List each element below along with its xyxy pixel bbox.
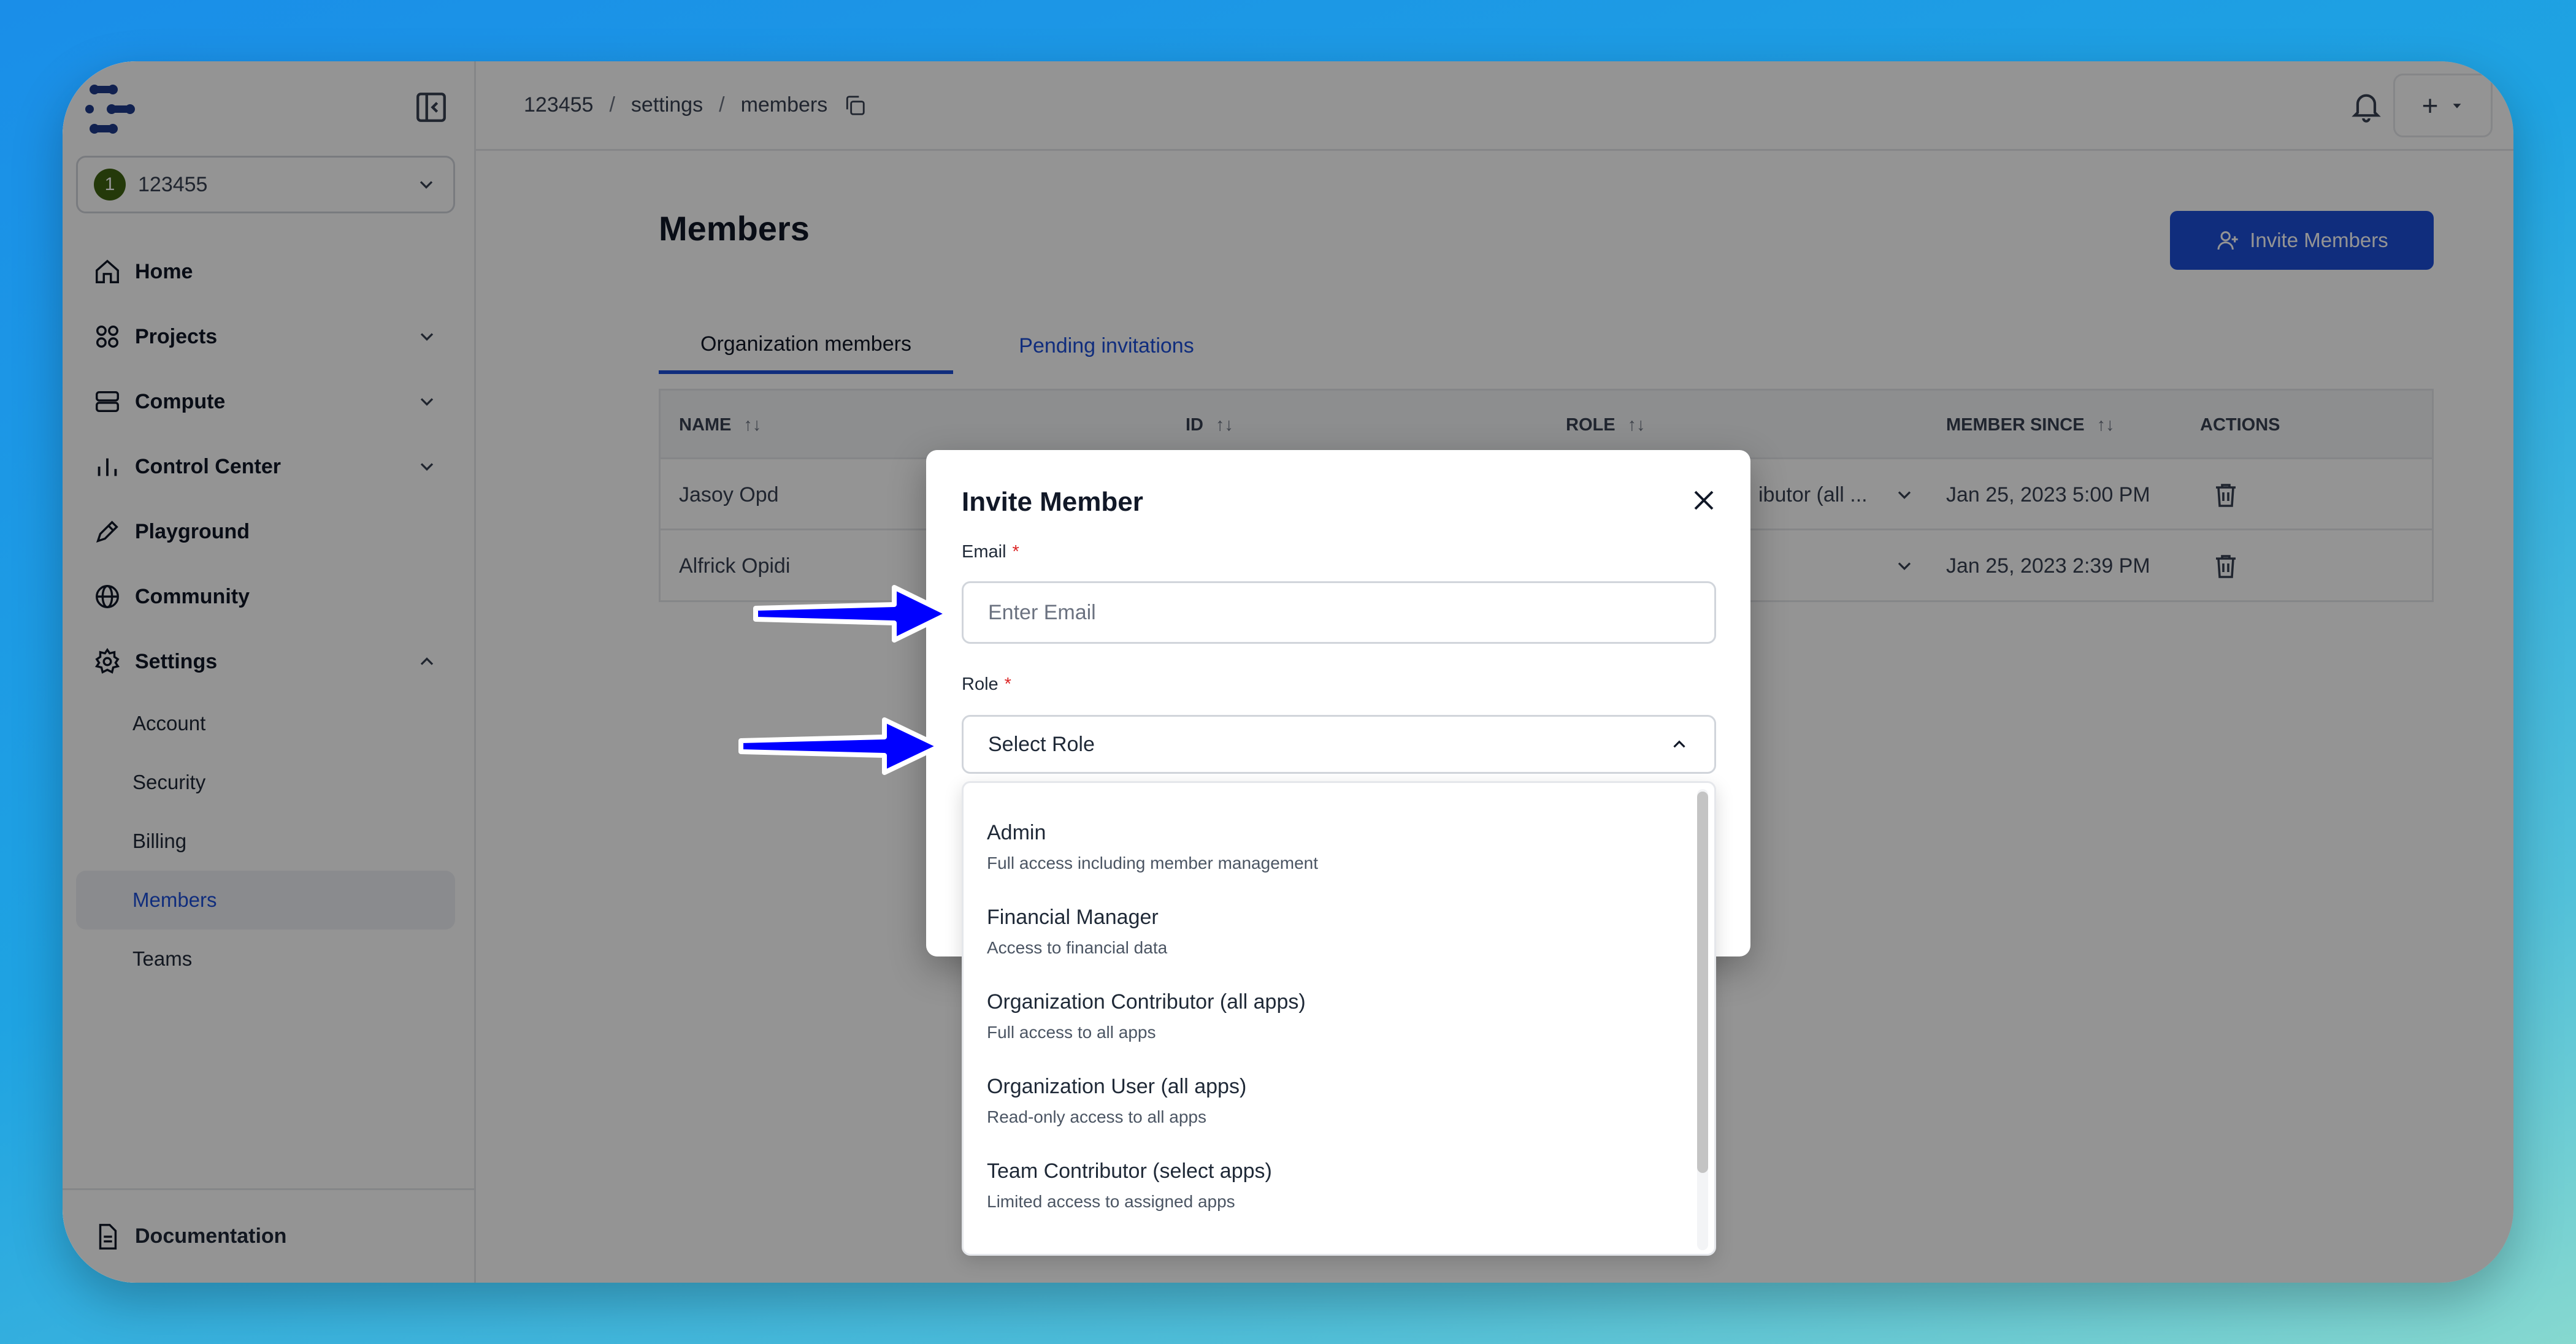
role-label: Role *	[962, 674, 1011, 694]
role-select-value: Select Role	[988, 732, 1095, 756]
required-mark: *	[1004, 674, 1011, 694]
close-icon[interactable]	[1689, 486, 1719, 515]
role-option-team-contributor[interactable]: Team Contributor (select apps) Limited a…	[987, 1159, 1662, 1212]
required-mark: *	[1012, 542, 1019, 562]
role-option-organization-user[interactable]: Organization User (all apps) Read-only a…	[987, 1075, 1662, 1127]
role-option-admin[interactable]: Admin Full access including member manag…	[987, 821, 1662, 873]
role-options-list: Admin Full access including member manag…	[962, 781, 1716, 1256]
role-select[interactable]: Select Role	[962, 715, 1716, 774]
chevron-up-icon	[1673, 740, 1685, 748]
role-option-financial-manager[interactable]: Financial Manager Access to financial da…	[987, 906, 1662, 958]
role-option-organization-contributor[interactable]: Organization Contributor (all apps) Full…	[987, 990, 1662, 1042]
annotation-arrow-role	[738, 717, 942, 775]
dropdown-scrollbar-thumb[interactable]	[1697, 792, 1708, 1173]
annotation-arrow-email	[753, 585, 951, 643]
email-input[interactable]	[962, 581, 1716, 644]
email-label: Email *	[962, 542, 1019, 562]
modal-title: Invite Member	[962, 487, 1143, 517]
